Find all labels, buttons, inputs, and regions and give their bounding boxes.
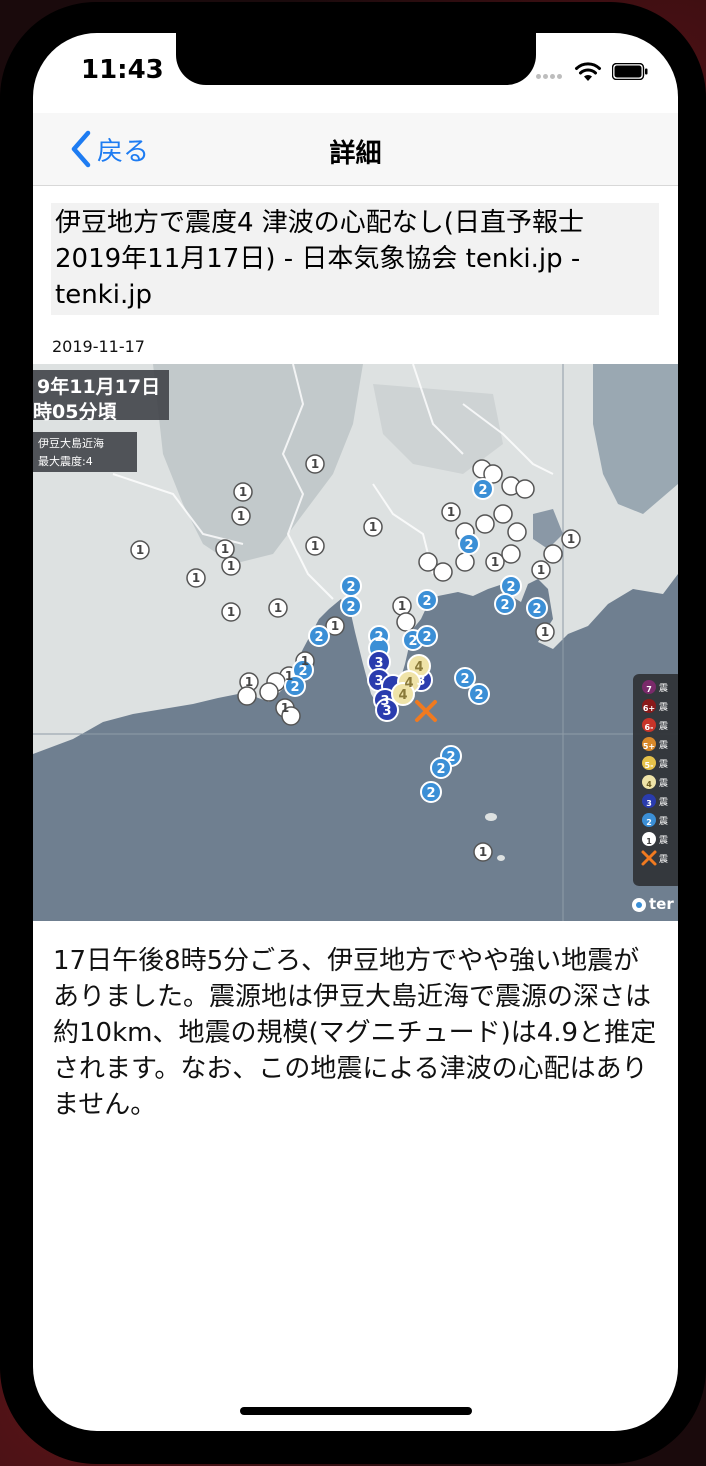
svg-text:2: 2: [346, 600, 355, 615]
legend-value: 5-: [644, 761, 654, 770]
svg-text:2: 2: [314, 630, 323, 645]
svg-text:2: 2: [532, 602, 541, 617]
svg-text:4: 4: [398, 688, 407, 703]
legend-value: 4: [646, 780, 652, 789]
legend-row: 震: [659, 817, 669, 827]
legend-value: 3: [646, 799, 652, 808]
svg-text:1: 1: [221, 542, 229, 556]
app-screen: 11:43 戻る 詳細 伊豆地方で震度4 津波の心配なし(日直予報士 2019年…: [33, 33, 678, 1431]
svg-text:2: 2: [506, 580, 515, 595]
svg-text:1: 1: [274, 601, 282, 615]
earthquake-intensity-map: 222 222 222 222 222 222 2 333 33 444 111…: [33, 364, 678, 921]
page-title: 詳細: [329, 139, 382, 169]
svg-text:1: 1: [447, 505, 455, 519]
svg-text:1: 1: [192, 571, 200, 585]
svg-text:1: 1: [369, 520, 377, 534]
svg-text:1: 1: [479, 845, 487, 859]
map-epicenter-label: 伊豆大島近海: [38, 437, 104, 450]
svg-text:2: 2: [436, 762, 445, 777]
svg-text:2: 2: [474, 688, 483, 703]
svg-text:1: 1: [537, 563, 545, 577]
legend-value: 7: [646, 685, 652, 694]
svg-text:2: 2: [426, 786, 435, 801]
article-title: 伊豆地方で震度4 津波の心配なし(日直予報士 2019年11月17日) - 日本…: [51, 203, 659, 315]
notch: [176, 33, 536, 85]
status-icons: [536, 61, 656, 83]
svg-text:1: 1: [136, 543, 144, 557]
map-date-line2: 時05分頃: [33, 401, 117, 423]
cellular-signal-icon: [536, 74, 570, 80]
svg-text:2: 2: [460, 672, 469, 687]
svg-text:2: 2: [500, 598, 509, 613]
svg-text:3: 3: [374, 674, 383, 689]
navigation-bar: 戻る 詳細: [33, 113, 678, 186]
legend-values: 7 6+ 6- 5+ 5- 4 3 2 1: [642, 680, 656, 851]
map-date-line1: 9年11月17日: [37, 376, 161, 398]
map-max-intensity-label: 最大震度:4: [38, 455, 93, 468]
legend-value: 5+: [642, 742, 656, 751]
svg-text:2: 2: [346, 580, 355, 595]
tenki-logo-icon: [632, 898, 646, 912]
svg-text:2: 2: [422, 630, 431, 645]
legend-row: 震: [659, 760, 669, 770]
svg-text:2: 2: [374, 630, 383, 645]
legend-row: 震: [659, 741, 669, 751]
home-indicator[interactable]: [240, 1407, 472, 1415]
svg-text:2: 2: [408, 634, 417, 649]
svg-text:1: 1: [237, 509, 245, 523]
svg-text:3: 3: [374, 656, 383, 671]
svg-text:2: 2: [464, 538, 473, 553]
svg-text:1: 1: [491, 555, 499, 569]
legend-row: 震: [659, 722, 669, 732]
legend-value: 6+: [642, 704, 656, 713]
map-brand-label: ter: [649, 895, 674, 913]
svg-text:2: 2: [422, 594, 431, 609]
svg-text:2: 2: [446, 750, 455, 765]
svg-text:1: 1: [281, 701, 289, 715]
svg-text:1: 1: [245, 675, 253, 689]
svg-text:1: 1: [227, 605, 235, 619]
legend-row: 震: [659, 684, 669, 694]
svg-text:1: 1: [301, 654, 309, 668]
legend-value: 6-: [644, 723, 654, 732]
svg-text:1: 1: [398, 599, 406, 613]
legend-value: 1: [646, 837, 652, 846]
svg-text:1: 1: [227, 559, 235, 573]
legend-row: 震: [659, 779, 669, 789]
legend-row: 震: [659, 798, 669, 808]
svg-text:1: 1: [311, 539, 319, 553]
svg-text:2: 2: [478, 483, 487, 498]
legend-value: 2: [646, 818, 652, 827]
svg-text:4: 4: [414, 660, 423, 675]
wifi-icon: [575, 62, 601, 81]
svg-text:3: 3: [382, 704, 391, 719]
map-legend: 震 震 震 震 震 震 震 震 震 震: [659, 680, 678, 870]
svg-text:1: 1: [567, 532, 575, 546]
legend-row: 震: [659, 703, 669, 713]
svg-text:1: 1: [311, 457, 319, 471]
article-body: 17日午後8時5分ごろ、伊豆地方でやや強い地震がありました。震源地は伊豆大島近海…: [53, 946, 657, 1120]
svg-text:1: 1: [285, 669, 293, 683]
svg-text:1: 1: [239, 485, 247, 499]
battery-icon: [612, 63, 648, 80]
status-time: 11:43: [81, 55, 164, 85]
legend-row: 震: [659, 855, 669, 865]
svg-text:1: 1: [331, 619, 339, 633]
svg-text:3: 3: [416, 674, 425, 689]
map-graphic: 222 222 22 2 222 222 222 2 333 33 444 111…: [33, 364, 678, 921]
legend-row: 震: [659, 836, 669, 846]
svg-text:1: 1: [541, 625, 549, 639]
article-date: 2019-11-17: [52, 337, 145, 356]
